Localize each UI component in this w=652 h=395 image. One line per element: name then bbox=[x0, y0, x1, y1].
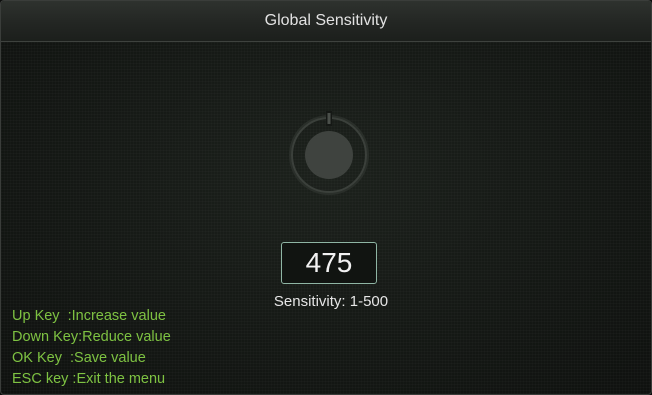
sensitivity-screen: Global Sensitivity 475 Sensitivity: 1-50… bbox=[0, 0, 652, 395]
help-up-key: Up Key :Increase value bbox=[12, 308, 166, 324]
sensitivity-value-field[interactable]: 475 bbox=[281, 242, 377, 284]
sensitivity-value: 475 bbox=[305, 247, 353, 278]
help-esc-key: ESC key :Exit the menu bbox=[12, 371, 166, 387]
rotary-knob-icon bbox=[287, 111, 371, 195]
sensitivity-range-label: Sensitivity: 1-500 bbox=[273, 293, 389, 310]
title-bar: Global Sensitivity bbox=[1, 1, 651, 42]
help-ok-key: OK Key :Save value bbox=[12, 350, 146, 366]
page-title: Global Sensitivity bbox=[264, 12, 388, 29]
help-down-key: Down Key:Reduce value bbox=[12, 329, 171, 345]
key-help-list: Up Key :Increase value Down Key:Reduce v… bbox=[12, 306, 171, 390]
